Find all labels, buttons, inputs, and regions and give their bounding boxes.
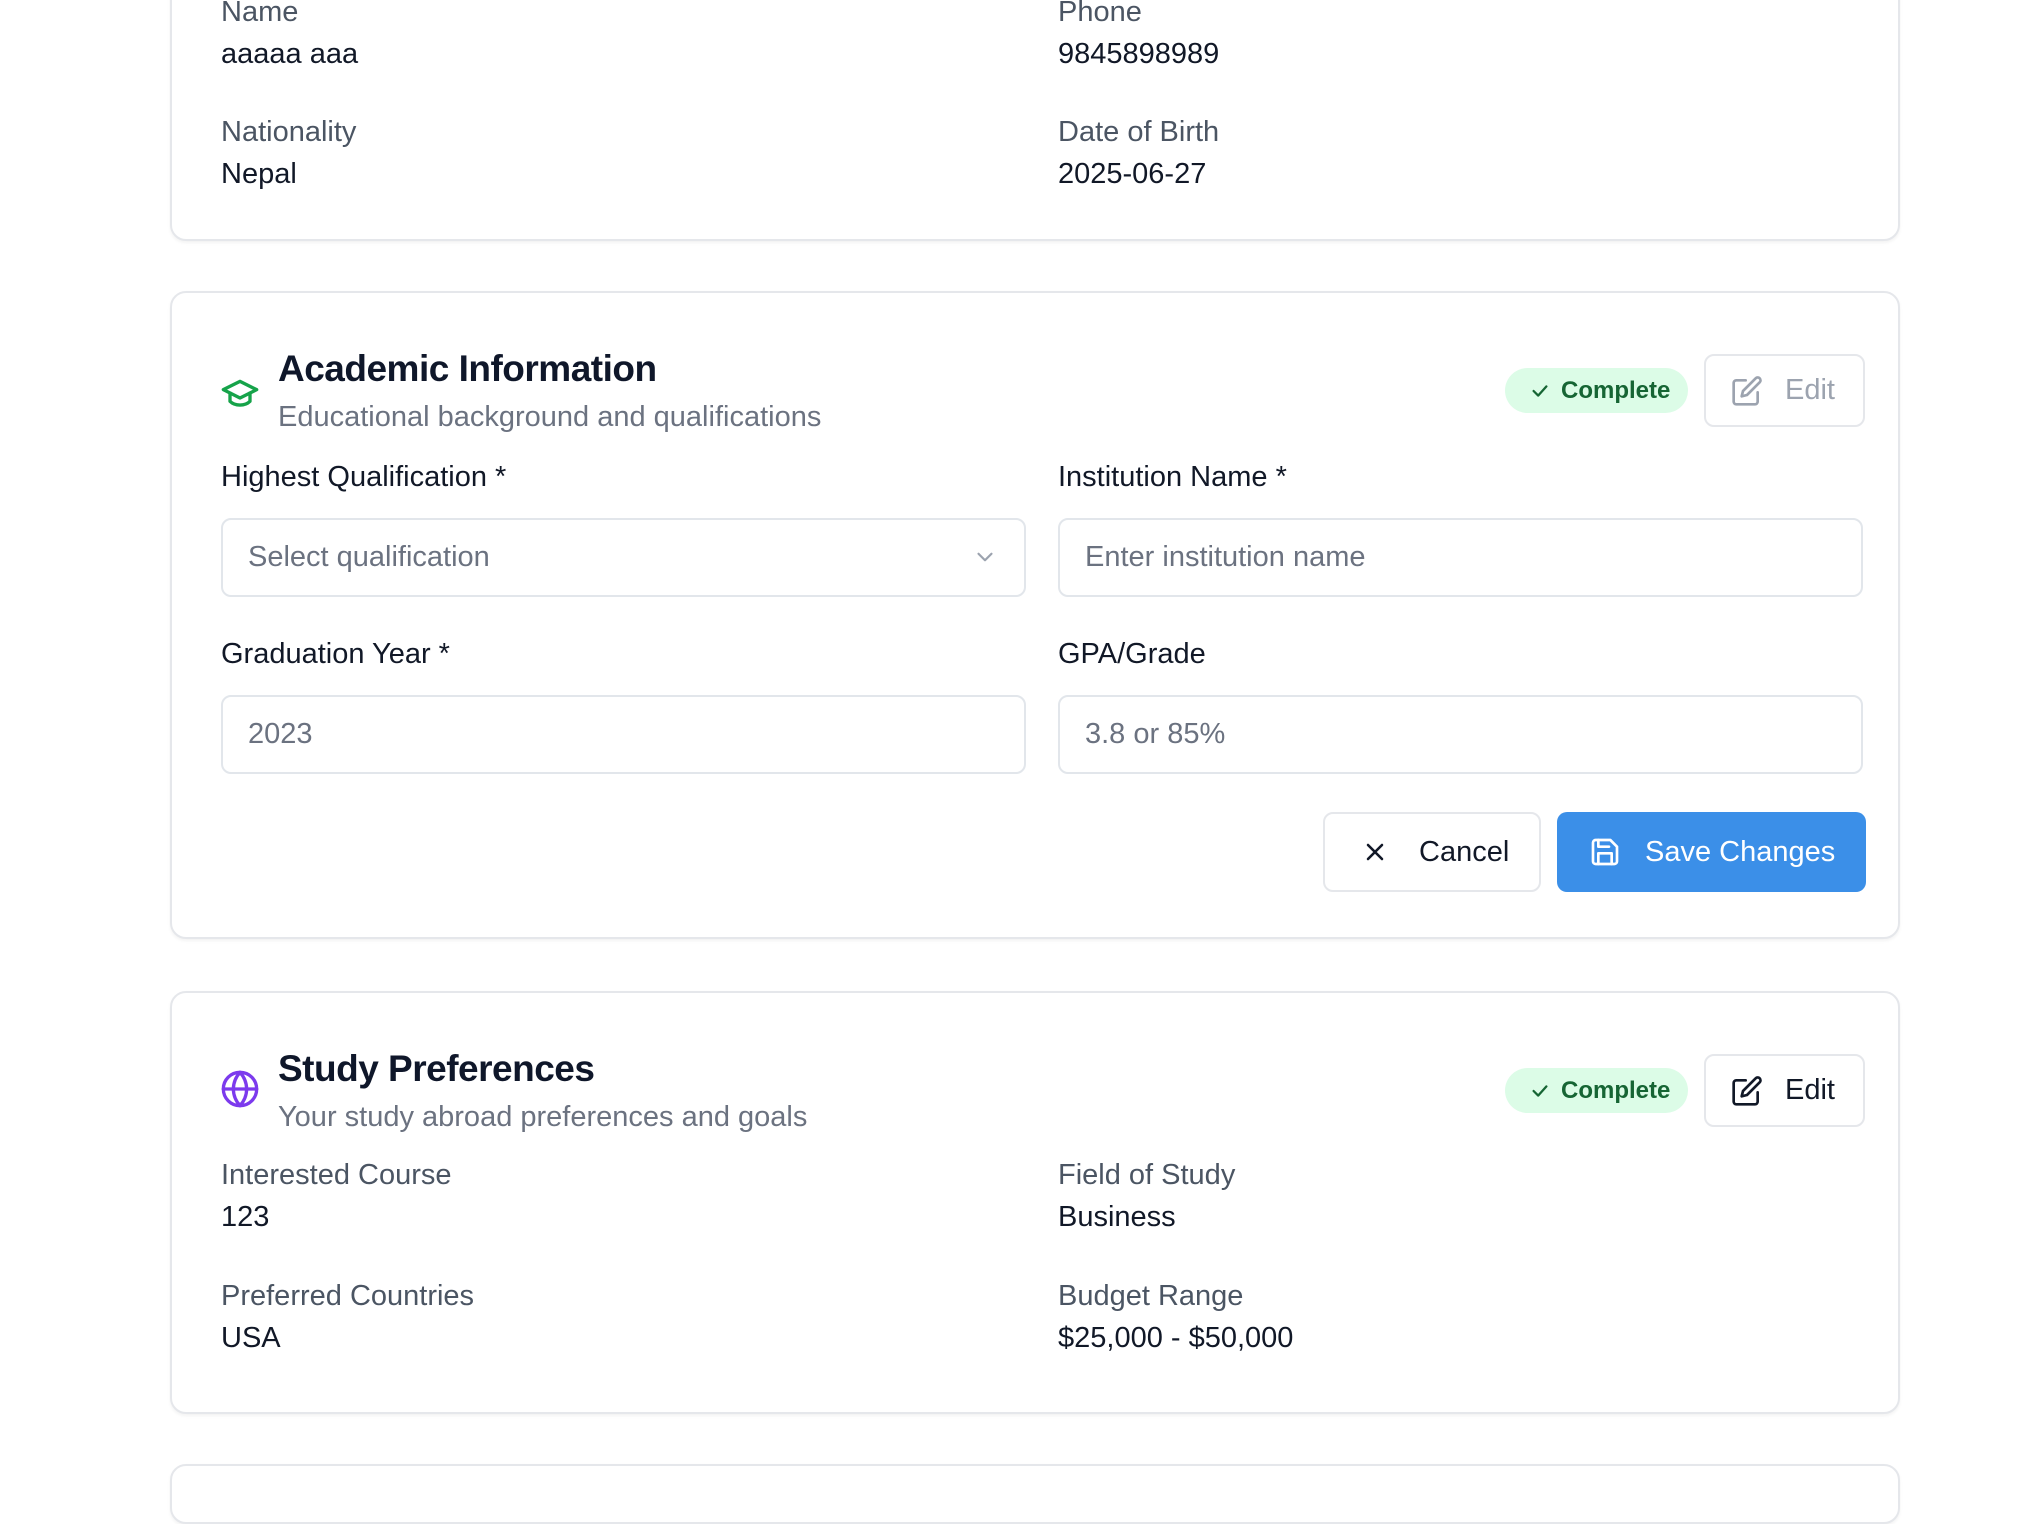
- cancel-label: Cancel: [1419, 835, 1510, 868]
- interested-course-value: 123: [221, 1201, 270, 1233]
- phone-label: Phone: [1058, 0, 1142, 28]
- study-section-subtitle: Your study abroad preferences and goals: [278, 1101, 808, 1133]
- study-status-badge: Complete: [1505, 1068, 1688, 1113]
- name-value: aaaaa aaa: [221, 38, 359, 70]
- edit-icon: [1731, 1075, 1763, 1107]
- academic-section-subtitle: Educational background and qualification…: [278, 401, 822, 433]
- field-of-study-value: Business: [1058, 1201, 1176, 1233]
- save-changes-label: Save Changes: [1645, 835, 1836, 868]
- nationality-value: Nepal: [221, 158, 297, 190]
- name-label: Name: [221, 0, 299, 28]
- study-edit-label: Edit: [1785, 1074, 1835, 1106]
- study-section-title: Study Preferences: [278, 1048, 595, 1089]
- academic-status-badge: Complete: [1505, 368, 1688, 413]
- qualification-select[interactable]: Select qualification: [221, 518, 1026, 597]
- edit-icon: [1731, 375, 1763, 407]
- next-section-card: [170, 1464, 1900, 1524]
- academic-edit-label: Edit: [1785, 374, 1835, 406]
- gpa-label: GPA/Grade: [1058, 638, 1206, 670]
- dob-label: Date of Birth: [1058, 116, 1220, 148]
- study-status-text: Complete: [1561, 1076, 1671, 1104]
- preferred-countries-value: USA: [221, 1322, 281, 1354]
- interested-course-label: Interested Course: [221, 1159, 452, 1191]
- graduation-year-label: Graduation Year *: [221, 638, 450, 670]
- budget-range-value: $25,000 - $50,000: [1058, 1322, 1294, 1354]
- save-changes-button[interactable]: Save Changes: [1557, 812, 1866, 892]
- academic-edit-button[interactable]: Edit: [1704, 354, 1865, 427]
- study-preferences-card: Study Preferences Your study abroad pref…: [170, 991, 1900, 1414]
- preferred-countries-label: Preferred Countries: [221, 1280, 475, 1312]
- dob-value: 2025-06-27: [1058, 158, 1207, 190]
- save-icon: [1589, 836, 1621, 868]
- close-icon: [1361, 838, 1389, 866]
- gpa-input[interactable]: 3.8 or 85%: [1058, 695, 1863, 774]
- institution-input[interactable]: Enter institution name: [1058, 518, 1863, 597]
- graduation-cap-icon: [220, 373, 260, 413]
- nationality-label: Nationality: [221, 116, 357, 148]
- globe-icon: [220, 1069, 260, 1109]
- budget-range-label: Budget Range: [1058, 1280, 1244, 1312]
- qualification-placeholder: Select qualification: [248, 541, 490, 573]
- check-icon: [1529, 380, 1561, 402]
- academic-info-card: Academic Information Educational backgro…: [170, 291, 1900, 939]
- academic-status-text: Complete: [1561, 376, 1671, 404]
- chevron-down-icon: [972, 544, 998, 570]
- check-icon: [1529, 1080, 1561, 1102]
- academic-section-title: Academic Information: [278, 348, 657, 389]
- study-edit-button[interactable]: Edit: [1704, 1054, 1865, 1127]
- cancel-button[interactable]: Cancel: [1323, 812, 1541, 892]
- field-of-study-label: Field of Study: [1058, 1159, 1236, 1191]
- personal-info-card: Name aaaaa aaa Phone 9845898989 National…: [170, 0, 1900, 241]
- graduation-year-input[interactable]: 2023: [221, 695, 1026, 774]
- qualification-label: Highest Qualification *: [221, 461, 507, 493]
- institution-label: Institution Name *: [1058, 461, 1287, 493]
- phone-value: 9845898989: [1058, 38, 1220, 70]
